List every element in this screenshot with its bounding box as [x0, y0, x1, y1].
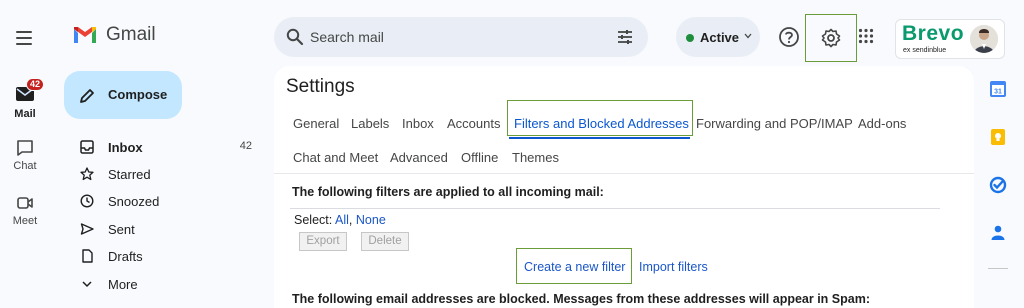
export-button[interactable]: Export	[299, 232, 347, 251]
nav-label-inbox: Inbox	[108, 140, 143, 155]
rail-chat-label: Chat	[13, 160, 37, 172]
filters-rule	[290, 208, 940, 209]
tabs-divider	[274, 173, 974, 174]
delete-button[interactable]: Delete	[361, 232, 409, 251]
rail-divider	[988, 268, 1008, 269]
search-icon[interactable]	[286, 28, 304, 46]
tab-themes[interactable]: Themes	[512, 150, 559, 165]
create-filter-link[interactable]: Create a new filter	[524, 260, 625, 274]
tasks-icon[interactable]	[988, 175, 1008, 195]
search-options-icon[interactable]	[616, 28, 634, 46]
nav-item-more[interactable]: More	[64, 271, 264, 297]
avatar[interactable]	[970, 25, 998, 53]
active-tab-indicator	[509, 137, 690, 139]
tab-inbox[interactable]: Inbox	[402, 116, 434, 131]
keep-icon[interactable]	[988, 127, 1008, 147]
tab-labels[interactable]: Labels	[351, 116, 389, 131]
main-menu-button[interactable]	[14, 28, 36, 48]
settings-panel: Settings General Labels Inbox Accounts F…	[274, 66, 974, 308]
rail-meet-label: Meet	[12, 215, 38, 227]
nav-label-snoozed: Snoozed	[108, 194, 160, 209]
nav-label-starred: Starred	[108, 167, 151, 182]
star-icon	[80, 167, 94, 181]
status-label: Active	[700, 30, 740, 45]
send-icon	[80, 223, 94, 235]
apps-button[interactable]	[858, 28, 874, 44]
account-brand-button[interactable]: Brevo ex sendinblue	[895, 19, 1005, 59]
menu-icon-line	[16, 31, 32, 33]
import-filters-link[interactable]: Import filters	[639, 260, 708, 274]
calendar-icon[interactable]: 31	[988, 79, 1008, 99]
select-all-link[interactable]: All	[335, 213, 349, 227]
nav-label-more: More	[108, 277, 138, 292]
rail-chat[interactable]: Chat	[0, 138, 50, 172]
gear-icon	[821, 28, 841, 48]
apps-grid-icon	[858, 28, 874, 44]
rail-meet[interactable]: Meet	[0, 193, 50, 227]
gmail-logo[interactable]: Gmail	[72, 24, 156, 46]
help-icon	[779, 27, 799, 47]
inbox-count: 42	[239, 140, 252, 152]
rail-mail-label: Mail	[14, 108, 36, 120]
inbox-icon	[80, 140, 94, 154]
select-label: Select:	[294, 213, 333, 227]
nav-label-drafts: Drafts	[108, 249, 143, 264]
tab-advanced[interactable]: Advanced	[390, 150, 448, 165]
blocked-heading: The following email addresses are blocke…	[292, 292, 870, 306]
tab-offline[interactable]: Offline	[461, 150, 498, 165]
nav-label-sent: Sent	[108, 222, 135, 237]
page-title: Settings	[286, 76, 355, 97]
settings-button[interactable]	[805, 14, 857, 62]
status-dot	[686, 34, 694, 42]
tab-addons[interactable]: Add-ons	[858, 116, 906, 131]
menu-icon-line	[16, 43, 32, 45]
nav-item-inbox[interactable]: Inbox 42	[64, 134, 264, 160]
side-panel-rail: 31	[974, 66, 1024, 308]
nav-item-snoozed[interactable]: Snoozed	[64, 188, 264, 214]
menu-icon-line	[16, 37, 32, 39]
select-separator: ,	[348, 213, 353, 227]
nav-item-sent[interactable]: Sent	[64, 216, 264, 242]
contacts-icon[interactable]	[988, 223, 1008, 243]
gmail-m-icon	[74, 27, 96, 43]
draft-icon	[82, 249, 93, 263]
svg-text:31: 31	[994, 89, 1002, 96]
video-icon	[17, 197, 33, 209]
search-input[interactable]: Search mail	[310, 29, 384, 45]
mail-unread-badge: 42	[26, 78, 45, 91]
filters-heading: The following filters are applied to all…	[292, 185, 604, 199]
tab-forwarding[interactable]: Forwarding and POP/IMAP	[696, 116, 853, 131]
nav-item-starred[interactable]: Starred	[64, 161, 264, 187]
compose-button[interactable]: Compose	[64, 71, 182, 119]
compose-label: Compose	[108, 87, 168, 102]
brand-name: Brevo	[902, 22, 965, 45]
clock-icon	[80, 194, 94, 208]
gmail-wordmark: Gmail	[106, 24, 156, 45]
brand-subtitle: ex sendinblue	[903, 47, 947, 54]
chevron-down-icon	[744, 33, 752, 39]
avatar-image	[970, 25, 998, 53]
chevron-down-icon	[82, 281, 92, 288]
status-selector[interactable]: Active	[676, 17, 760, 57]
help-button[interactable]	[778, 26, 800, 48]
chat-icon	[17, 140, 33, 156]
search-bar[interactable]: Search mail	[274, 17, 648, 57]
select-none-link[interactable]: None	[356, 213, 386, 227]
tab-chat-meet[interactable]: Chat and Meet	[293, 150, 378, 165]
nav-item-drafts[interactable]: Drafts	[64, 243, 264, 269]
tab-filters[interactable]: Filters and Blocked Addresses	[514, 116, 689, 131]
tab-general[interactable]: General	[293, 116, 339, 131]
select-row: Select: All, None	[294, 213, 386, 227]
tab-accounts[interactable]: Accounts	[447, 116, 500, 131]
pencil-icon	[80, 89, 94, 103]
